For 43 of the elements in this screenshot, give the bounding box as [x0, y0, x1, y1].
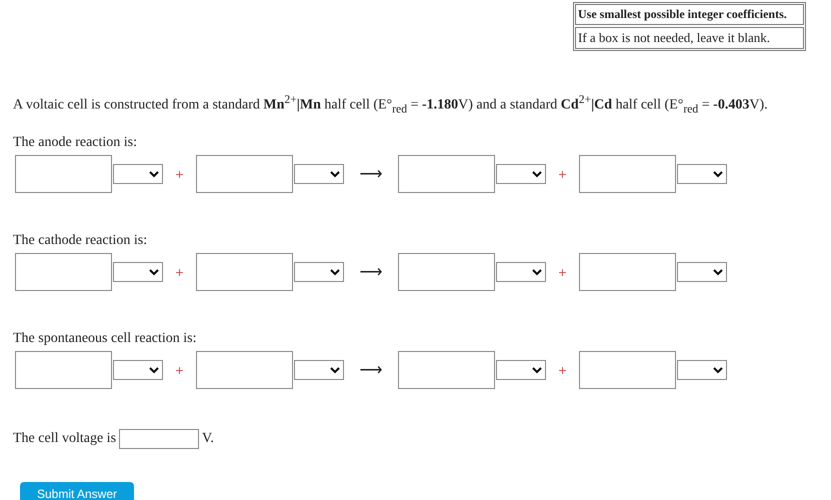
- state-dropdown[interactable]: [113, 164, 163, 184]
- species-field[interactable]: [196, 351, 293, 390]
- species-field[interactable]: [196, 253, 293, 292]
- species-field[interactable]: [398, 351, 495, 390]
- submit-button[interactable]: Submit Answer: [20, 482, 134, 500]
- instruction-note: Use smallest possible integer coefficients.: [575, 4, 804, 25]
- state-dropdown[interactable]: [496, 164, 546, 184]
- state-dropdown[interactable]: [294, 360, 344, 380]
- species-field[interactable]: [398, 253, 495, 292]
- species-field[interactable]: [398, 155, 495, 194]
- plus-sign: +: [556, 364, 568, 377]
- species-field[interactable]: [196, 155, 293, 194]
- instruction-note: If a box is not needed, leave it blank.: [575, 27, 804, 49]
- reaction-arrow: ⟶: [358, 165, 384, 184]
- species-field[interactable]: [579, 155, 676, 194]
- voltage-field[interactable]: [119, 429, 200, 450]
- species-field[interactable]: [15, 253, 112, 292]
- state-dropdown[interactable]: [496, 262, 546, 282]
- state-dropdown[interactable]: [113, 262, 163, 282]
- problem-statement: A voltaic cell is constructed from a standard Mn$^{2+}$|Mn half cell (E°$_{red}$ = -1.180V) and a standard Cd$^{2+}$|Cd half cell (E°$_{red}$ = -0.403V).: [13, 93, 769, 116]
- state-dropdown[interactable]: [294, 164, 344, 184]
- plus-sign: +: [174, 266, 186, 279]
- plus-sign: +: [556, 266, 568, 279]
- state-dropdown[interactable]: [113, 360, 163, 380]
- state-dropdown[interactable]: [677, 164, 727, 184]
- plus-sign: +: [556, 168, 568, 181]
- voltage-label: The cell voltage is: [13, 431, 116, 448]
- plus-sign: +: [174, 168, 186, 181]
- reaction-label: The cathode reaction is:: [13, 233, 148, 250]
- reaction-label: The spontaneous cell reaction is:: [13, 331, 198, 348]
- species-field[interactable]: [579, 351, 676, 390]
- reaction-arrow: ⟶: [358, 263, 384, 282]
- species-field[interactable]: [15, 351, 112, 390]
- state-dropdown[interactable]: [677, 262, 727, 282]
- species-field[interactable]: [15, 155, 112, 194]
- unit-label: V.: [202, 431, 214, 448]
- reaction-arrow: ⟶: [358, 361, 384, 380]
- reaction-label: The anode reaction is:: [13, 135, 138, 152]
- species-field[interactable]: [579, 253, 676, 292]
- state-dropdown[interactable]: [496, 360, 546, 380]
- state-dropdown[interactable]: [294, 262, 344, 282]
- plus-sign: +: [174, 364, 186, 377]
- state-dropdown[interactable]: [677, 360, 727, 380]
